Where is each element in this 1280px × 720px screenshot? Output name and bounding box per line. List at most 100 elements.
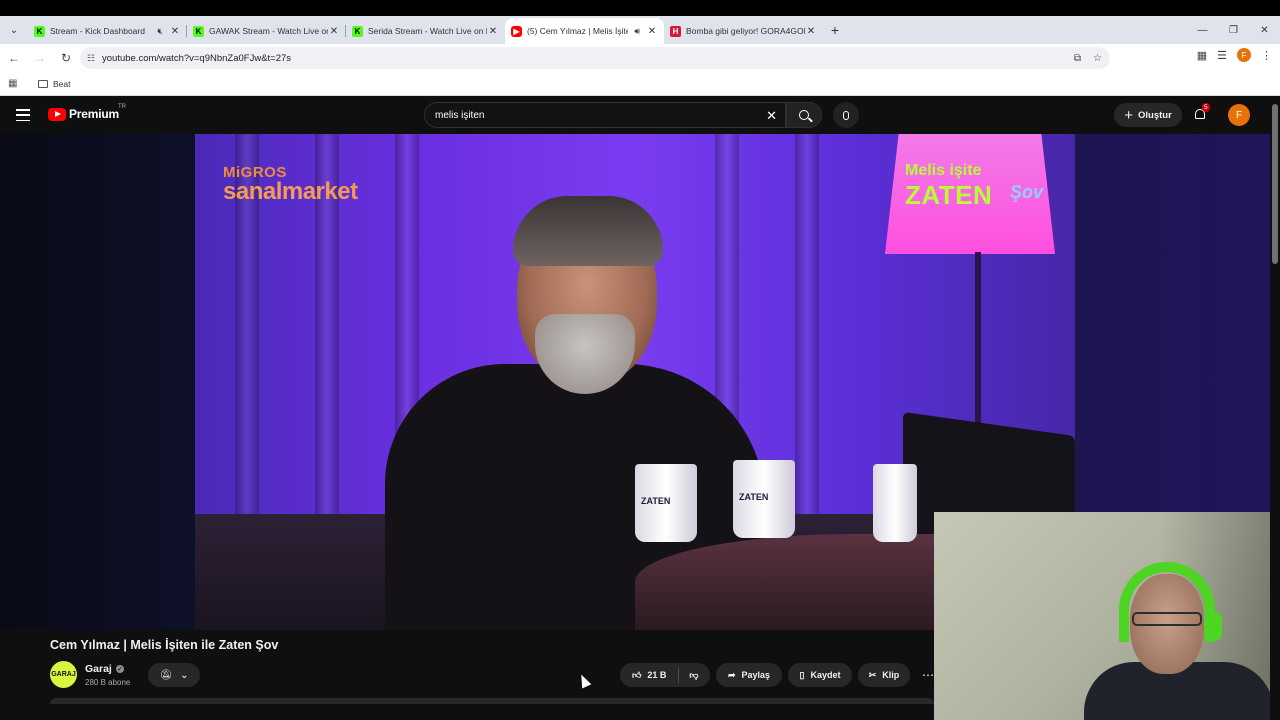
tab-title: Stream - Kick Dashboard bbox=[50, 26, 145, 36]
microphone-icon bbox=[843, 110, 849, 120]
like-button[interactable]: 👍︎ 21 B bbox=[620, 667, 680, 683]
voice-search-button[interactable] bbox=[833, 102, 859, 128]
subscribed-notifications-button[interactable]: 🔕︎ ⌄ bbox=[148, 663, 200, 687]
clip-button[interactable]: ✂ Klip bbox=[858, 663, 910, 687]
forward-icon[interactable]: → bbox=[28, 51, 52, 65]
menu-kebab-icon[interactable]: ⋮ bbox=[1261, 49, 1272, 62]
site-settings-icon[interactable]: ☷ bbox=[80, 53, 102, 64]
page-scrollbar[interactable] bbox=[1270, 96, 1280, 720]
omnibox[interactable]: ☷ youtube.com/watch?v=q9NbnZa0FJw&t=27s … bbox=[80, 47, 1110, 69]
h-icon: H bbox=[670, 25, 681, 37]
bookmark-star-icon[interactable]: ☆ bbox=[1093, 53, 1102, 64]
address-bar: ← → ↻ ☷ youtube.com/watch?v=q9NbnZa0FJw&… bbox=[0, 44, 1280, 72]
save-button[interactable]: ▯ Kaydet bbox=[788, 663, 852, 687]
tab-bar: ⌄ K Stream - Kick Dashboard 🔇︎ ✕ K GAWAK… bbox=[0, 16, 1280, 44]
close-window-icon[interactable]: ✕ bbox=[1249, 25, 1280, 36]
close-icon[interactable]: ✕ bbox=[646, 26, 658, 37]
plus-icon: + bbox=[1124, 106, 1133, 124]
channel-name[interactable]: Garaj ✓ bbox=[85, 663, 124, 675]
top-strip bbox=[0, 0, 1280, 16]
tab-bomba[interactable]: H Bomba gibi geliyor! GORA4GORA ✕ bbox=[664, 18, 823, 44]
share-label: Paylaş bbox=[741, 670, 771, 680]
new-tab-button[interactable]: + bbox=[823, 22, 847, 38]
country-code: TR bbox=[118, 104, 126, 110]
tab-title: (5) Cem Yılmaz | Melis İşiten ile Zaten … bbox=[527, 26, 629, 36]
create-label: Oluştur bbox=[1137, 109, 1172, 121]
share-arrow-icon: ➦ bbox=[727, 669, 736, 680]
tab-gawak[interactable]: K GAWAK Stream - Watch Live on Kick ✕ bbox=[187, 18, 346, 44]
kick-icon: K bbox=[193, 25, 204, 37]
more-actions-icon[interactable]: ⋯ bbox=[918, 663, 938, 687]
headset-earcup bbox=[1204, 612, 1222, 640]
youtube-play-icon bbox=[48, 107, 66, 121]
close-icon[interactable]: ✕ bbox=[328, 26, 340, 37]
show-logo-line2: ZATEN bbox=[905, 180, 993, 210]
folder-icon bbox=[38, 79, 48, 88]
user-avatar[interactable]: F bbox=[1228, 104, 1250, 126]
mouse-cursor bbox=[576, 672, 592, 689]
scrollbar-thumb[interactable] bbox=[1272, 104, 1278, 264]
hamburger-menu-icon[interactable] bbox=[16, 109, 30, 121]
bookmark-folder-beat[interactable]: Beat bbox=[38, 79, 71, 89]
tab-title: Bomba gibi geliyor! GORA4GORA bbox=[686, 26, 805, 36]
share-button[interactable]: ➦ Paylaş bbox=[716, 663, 782, 687]
channel-avatar[interactable]: GARAJ bbox=[50, 661, 77, 688]
tab-title: Serida Stream - Watch Live on Kick bbox=[368, 26, 487, 36]
speaker-icon[interactable]: 🔊︎ bbox=[634, 26, 640, 37]
clip-label: Klip bbox=[882, 670, 900, 680]
save-label: Kaydet bbox=[810, 670, 841, 680]
create-button[interactable]: + Oluştur bbox=[1114, 103, 1182, 127]
youtube-header: Premium TR melis işiten ✕ + Oluştur 5 F bbox=[0, 96, 1280, 134]
mug-label: ZATEN bbox=[641, 496, 671, 506]
mug-label: ZATEN bbox=[739, 492, 769, 502]
subscriber-count: 280 B abone bbox=[85, 678, 131, 687]
person-hair bbox=[513, 196, 663, 266]
youtube-premium-logo[interactable]: Premium TR bbox=[48, 104, 126, 121]
video-title: Cem Yılmaz | Melis İşiten ile Zaten Şov bbox=[50, 638, 279, 652]
url-text[interactable]: youtube.com/watch?v=q9NbnZa0FJw&t=27s bbox=[102, 53, 291, 64]
scissors-icon: ✂ bbox=[868, 669, 877, 680]
apps-grid-icon[interactable]: ▦ bbox=[8, 78, 22, 89]
toolbar-right: ▦ ☰ F ⋮ bbox=[1197, 48, 1272, 62]
muted-icon[interactable]: 🔇︎ bbox=[157, 26, 163, 37]
reload-icon[interactable]: ↻ bbox=[54, 51, 78, 65]
show-logo-line3: Şov bbox=[1010, 182, 1044, 202]
tab-youtube-video[interactable]: ▶ (5) Cem Yılmaz | Melis İşiten ile Zate… bbox=[505, 18, 664, 44]
close-icon[interactable]: ✕ bbox=[487, 26, 499, 37]
tab-search-icon[interactable]: ⌄ bbox=[0, 16, 28, 44]
extensions-icon[interactable]: ▦ bbox=[1197, 49, 1207, 62]
media-control-icon[interactable]: ☰ bbox=[1217, 49, 1227, 62]
bell-off-icon: 🔕︎ bbox=[159, 669, 173, 681]
bookmark-label: Beat bbox=[53, 78, 71, 89]
description-box[interactable] bbox=[50, 698, 934, 704]
webcam-overlay bbox=[934, 512, 1280, 720]
thumbs-up-icon: 👍︎ bbox=[632, 669, 642, 680]
bookmarks-bar: ▦ Beat bbox=[0, 72, 1280, 96]
tab-kick-dashboard[interactable]: K Stream - Kick Dashboard 🔇︎ ✕ bbox=[28, 18, 187, 44]
kick-icon: K bbox=[34, 25, 45, 37]
restore-icon[interactable]: ❐ bbox=[1218, 25, 1249, 36]
clear-search-icon[interactable]: ✕ bbox=[766, 108, 777, 124]
search-button[interactable] bbox=[786, 102, 822, 128]
channel-name-text: Garaj bbox=[85, 663, 112, 675]
back-icon[interactable]: ← bbox=[2, 51, 26, 65]
minimize-icon[interactable]: — bbox=[1187, 25, 1218, 36]
dislike-button[interactable]: 👎︎ bbox=[679, 670, 708, 681]
search-input[interactable]: melis işiten ✕ bbox=[424, 102, 786, 128]
notification-badge: 5 bbox=[1202, 103, 1210, 112]
close-icon[interactable]: ✕ bbox=[169, 26, 181, 37]
like-dislike-group: 👍︎ 21 B 👎︎ bbox=[620, 663, 710, 687]
close-icon[interactable]: ✕ bbox=[805, 26, 817, 37]
notifications-bell-icon[interactable]: 5 bbox=[1192, 103, 1210, 123]
tab-serida[interactable]: K Serida Stream - Watch Live on Kick ✕ bbox=[346, 18, 505, 44]
search-query: melis işiten bbox=[435, 109, 485, 121]
profile-avatar[interactable]: F bbox=[1237, 48, 1251, 62]
install-icon[interactable]: ⧉ bbox=[1074, 53, 1081, 64]
window-controls: — ❐ ✕ bbox=[1187, 16, 1280, 44]
mug: ZATEN bbox=[635, 464, 697, 542]
chevron-down-icon: ⌄ bbox=[180, 669, 189, 681]
kick-icon: K bbox=[352, 25, 363, 37]
verified-icon: ✓ bbox=[115, 665, 124, 673]
sponsor-logo-bottom: sanalmarket bbox=[223, 178, 358, 205]
thumbs-down-icon: 👎︎ bbox=[689, 669, 699, 680]
